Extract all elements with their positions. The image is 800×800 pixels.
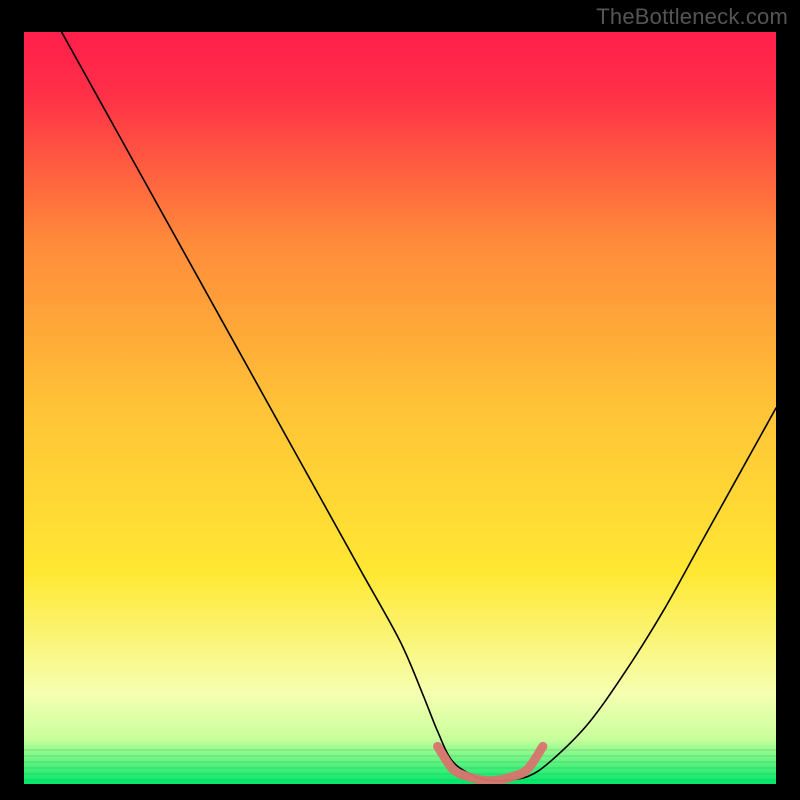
chart-frame: TheBottleneck.com <box>0 0 800 800</box>
chart-svg <box>24 32 776 784</box>
watermark-text: TheBottleneck.com <box>596 4 788 30</box>
plot-area <box>24 32 776 784</box>
